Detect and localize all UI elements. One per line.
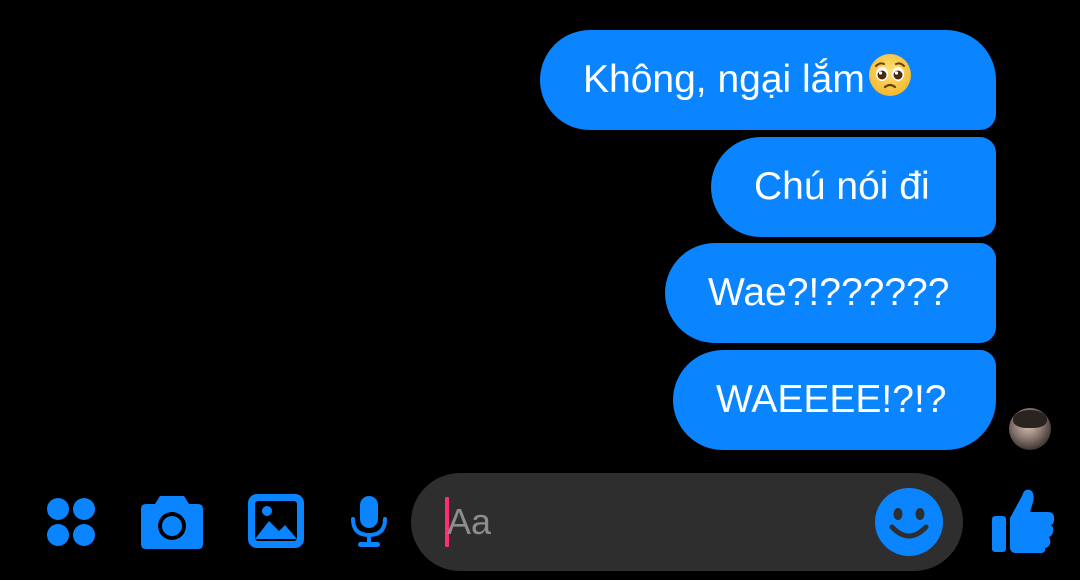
pleading-face-emoji-icon — [868, 54, 911, 96]
message-text: Không, ngại lắm — [583, 58, 865, 101]
message-bubble[interactable]: Wae?!?????? — [665, 243, 996, 343]
seen-avatar — [1009, 408, 1051, 450]
gallery-icon[interactable] — [247, 493, 305, 549]
message-text: WAEEEE!?!? — [716, 378, 947, 421]
message-input-placeholder: Aa — [447, 501, 492, 542]
apps-grid-icon[interactable] — [44, 495, 98, 549]
microphone-icon[interactable] — [349, 495, 389, 549]
emoji-icon[interactable] — [874, 487, 944, 557]
message-text: Chú nói đi — [754, 165, 930, 208]
thumbs-up-icon[interactable] — [990, 486, 1056, 554]
message-bubble[interactable]: Không, ngại lắm — [540, 30, 996, 130]
camera-icon[interactable] — [140, 492, 204, 550]
message-bubble[interactable]: WAEEEE!?!? — [673, 350, 996, 450]
message-input[interactable]: Aa — [411, 473, 963, 571]
message-text: Wae?!?????? — [708, 271, 950, 314]
message-bubble[interactable]: Chú nói đi — [711, 137, 996, 237]
